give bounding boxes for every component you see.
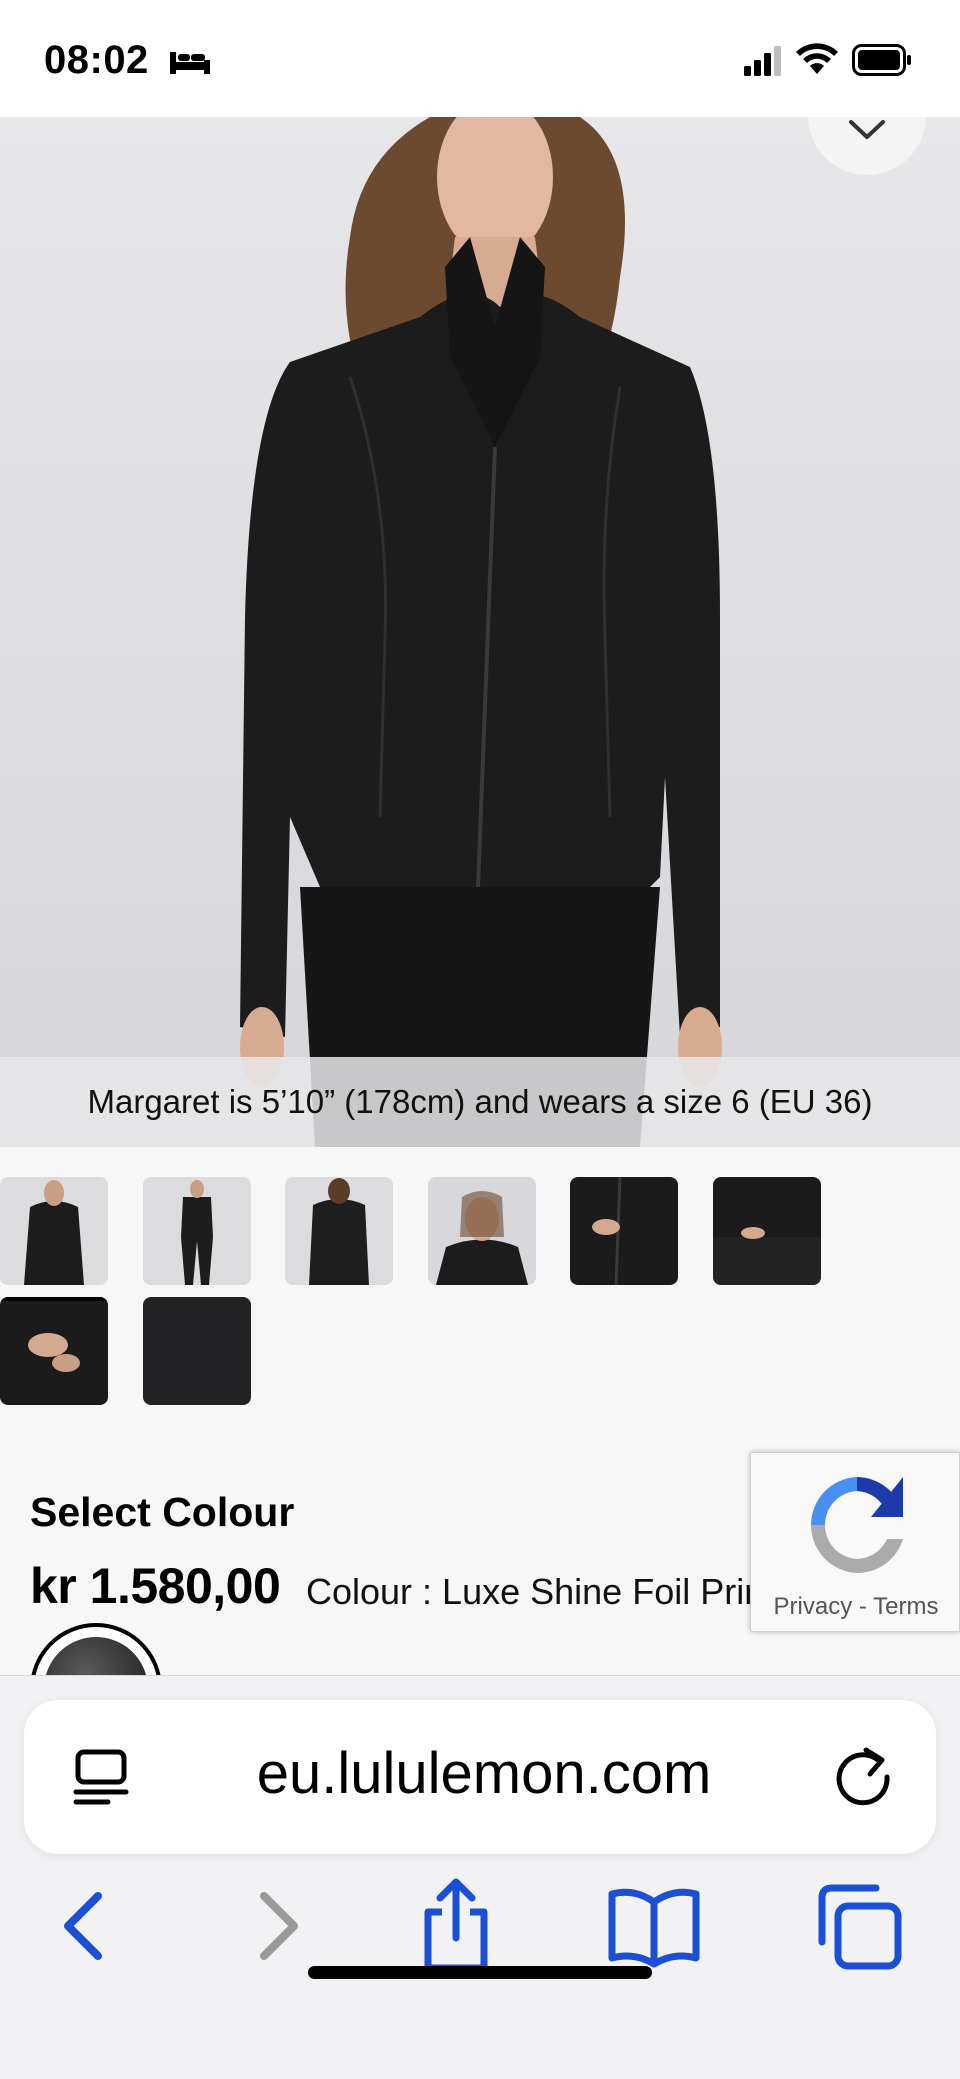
wifi-icon — [796, 43, 838, 74]
recaptcha-terms-link[interactable]: Terms — [873, 1593, 938, 1620]
cellular-signal-icon — [744, 46, 781, 76]
address-bar[interactable]: eu.lululemon.com — [24, 1700, 936, 1854]
select-colour-heading: Select Colour — [30, 1489, 295, 1535]
battery-icon — [852, 44, 911, 76]
thumbnail-thumbhole-closeup[interactable] — [0, 1297, 108, 1405]
recaptcha-badge[interactable]: Privacy - Terms — [750, 1452, 960, 1632]
recaptcha-separator: - — [858, 1593, 867, 1620]
bed-icon — [170, 52, 210, 74]
thumbnail-cuff-closeup[interactable] — [713, 1177, 821, 1285]
recaptcha-logo-icon — [811, 1477, 903, 1574]
home-indicator[interactable] — [308, 1966, 652, 1979]
forward-icon[interactable] — [228, 1876, 328, 1976]
back-icon[interactable] — [34, 1876, 134, 1976]
thumbnail-collar-closeup[interactable] — [428, 1177, 536, 1285]
browser-chrome: eu.lululemon.com — [0, 1675, 960, 2079]
thumbnail-pocket-closeup[interactable] — [570, 1177, 678, 1285]
status-time: 08:02 — [44, 38, 149, 82]
share-icon[interactable] — [406, 1876, 506, 1976]
url-text: eu.lululemon.com — [256, 1741, 712, 1806]
colour-label: Colour : Luxe Shine Foil Prir — [306, 1571, 757, 1612]
thumbnail-fabric-swatch[interactable] — [143, 1297, 251, 1405]
status-bar: 08:02 — [0, 0, 960, 117]
colour-swatch-selected[interactable] — [30, 1623, 162, 1675]
model-size-caption: Margaret is 5’10” (178cm) and wears a si… — [87, 1083, 873, 1120]
recaptcha-links: Privacy - Terms — [751, 1593, 960, 1621]
thumbnail-front-view[interactable] — [0, 1177, 108, 1285]
page-menu-icon[interactable] — [68, 1744, 134, 1810]
reload-icon[interactable] — [830, 1744, 896, 1810]
product-price: kr 1.580,00 — [30, 1558, 281, 1614]
bookmarks-icon[interactable] — [604, 1876, 704, 1976]
thumbnail-back-view[interactable] — [285, 1177, 393, 1285]
thumbnail-gallery — [0, 1147, 960, 1437]
thumbnail-full-length[interactable] — [143, 1177, 251, 1285]
model-size-caption-bar: Margaret is 5’10” (178cm) and wears a si… — [0, 1057, 960, 1147]
model-photo — [240, 117, 722, 1147]
chevron-down-icon — [849, 120, 885, 139]
product-hero-image[interactable]: Margaret is 5’10” (178cm) and wears a si… — [0, 117, 960, 1147]
tabs-icon[interactable] — [808, 1876, 908, 1976]
recaptcha-privacy-link[interactable]: Privacy — [774, 1593, 853, 1620]
